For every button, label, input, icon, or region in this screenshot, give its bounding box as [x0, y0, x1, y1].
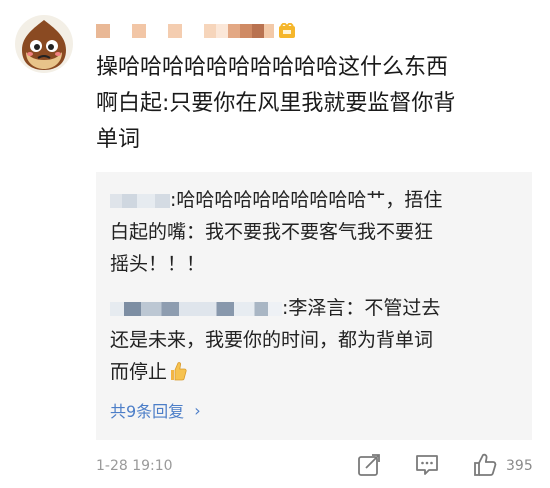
reply-line: 白起的嘴：我不要我不要客气我不要狂 [110, 221, 434, 243]
comment-line: 啊白起:只要你在风里我就要监督你背 [96, 91, 456, 116]
like-count: 395 [506, 458, 533, 474]
reply-line: :李泽言：不管过去 [110, 292, 520, 324]
reply-text: 而停止 [110, 361, 168, 383]
reply-line: 摇头！！！ [110, 253, 206, 275]
view-all-replies-label: 共9条回复 [110, 402, 185, 421]
reply-username-obscured[interactable] [110, 193, 170, 208]
vip-badge-icon [279, 23, 295, 38]
avatar[interactable] [14, 14, 74, 74]
repost-icon[interactable] [356, 452, 382, 478]
reply-text: :哈哈哈哈哈哈哈哈哈哈艹，捂住 [170, 189, 443, 211]
reply-line: :哈哈哈哈哈哈哈哈哈哈艹，捂住 [110, 184, 520, 216]
comment-text: 操哈哈哈哈哈哈哈哈哈哈这什么东西 啊白起:只要你在风里我就要监督你背 单词 [96, 50, 536, 158]
comment-line: 单词 [96, 127, 141, 152]
reply-text: :李泽言：不管过去 [282, 297, 441, 319]
thumbs-up-emoji [171, 362, 187, 381]
reply-item[interactable]: :李泽言：不管过去 还是未来，我要你的时间，都为背单词 而停止 [110, 292, 520, 388]
chevron-right-icon: › [194, 400, 201, 420]
comment-icon[interactable] [414, 452, 440, 478]
reply-item[interactable]: :哈哈哈哈哈哈哈哈哈哈艹，捂住 白起的嘴：我不要我不要客气我不要狂 摇头！！！ [110, 184, 520, 280]
reply-line: 而停止 [110, 356, 520, 388]
view-all-replies-link[interactable]: 共9条回复 › [110, 398, 201, 422]
reply-line: 还是未来，我要你的时间，都为背单词 [110, 329, 434, 351]
thumbs-up-icon[interactable] [472, 452, 498, 478]
username-obscured[interactable] [96, 22, 296, 40]
replies-panel: :哈哈哈哈哈哈哈哈哈哈艹，捂住 白起的嘴：我不要我不要客气我不要狂 摇头！！！ … [96, 172, 532, 440]
comment-timestamp: 1-28 19:10 [96, 458, 173, 474]
comment-line: 操哈哈哈哈哈哈哈哈哈哈这什么东西 [96, 55, 449, 80]
reply-username-obscured[interactable] [110, 301, 282, 316]
